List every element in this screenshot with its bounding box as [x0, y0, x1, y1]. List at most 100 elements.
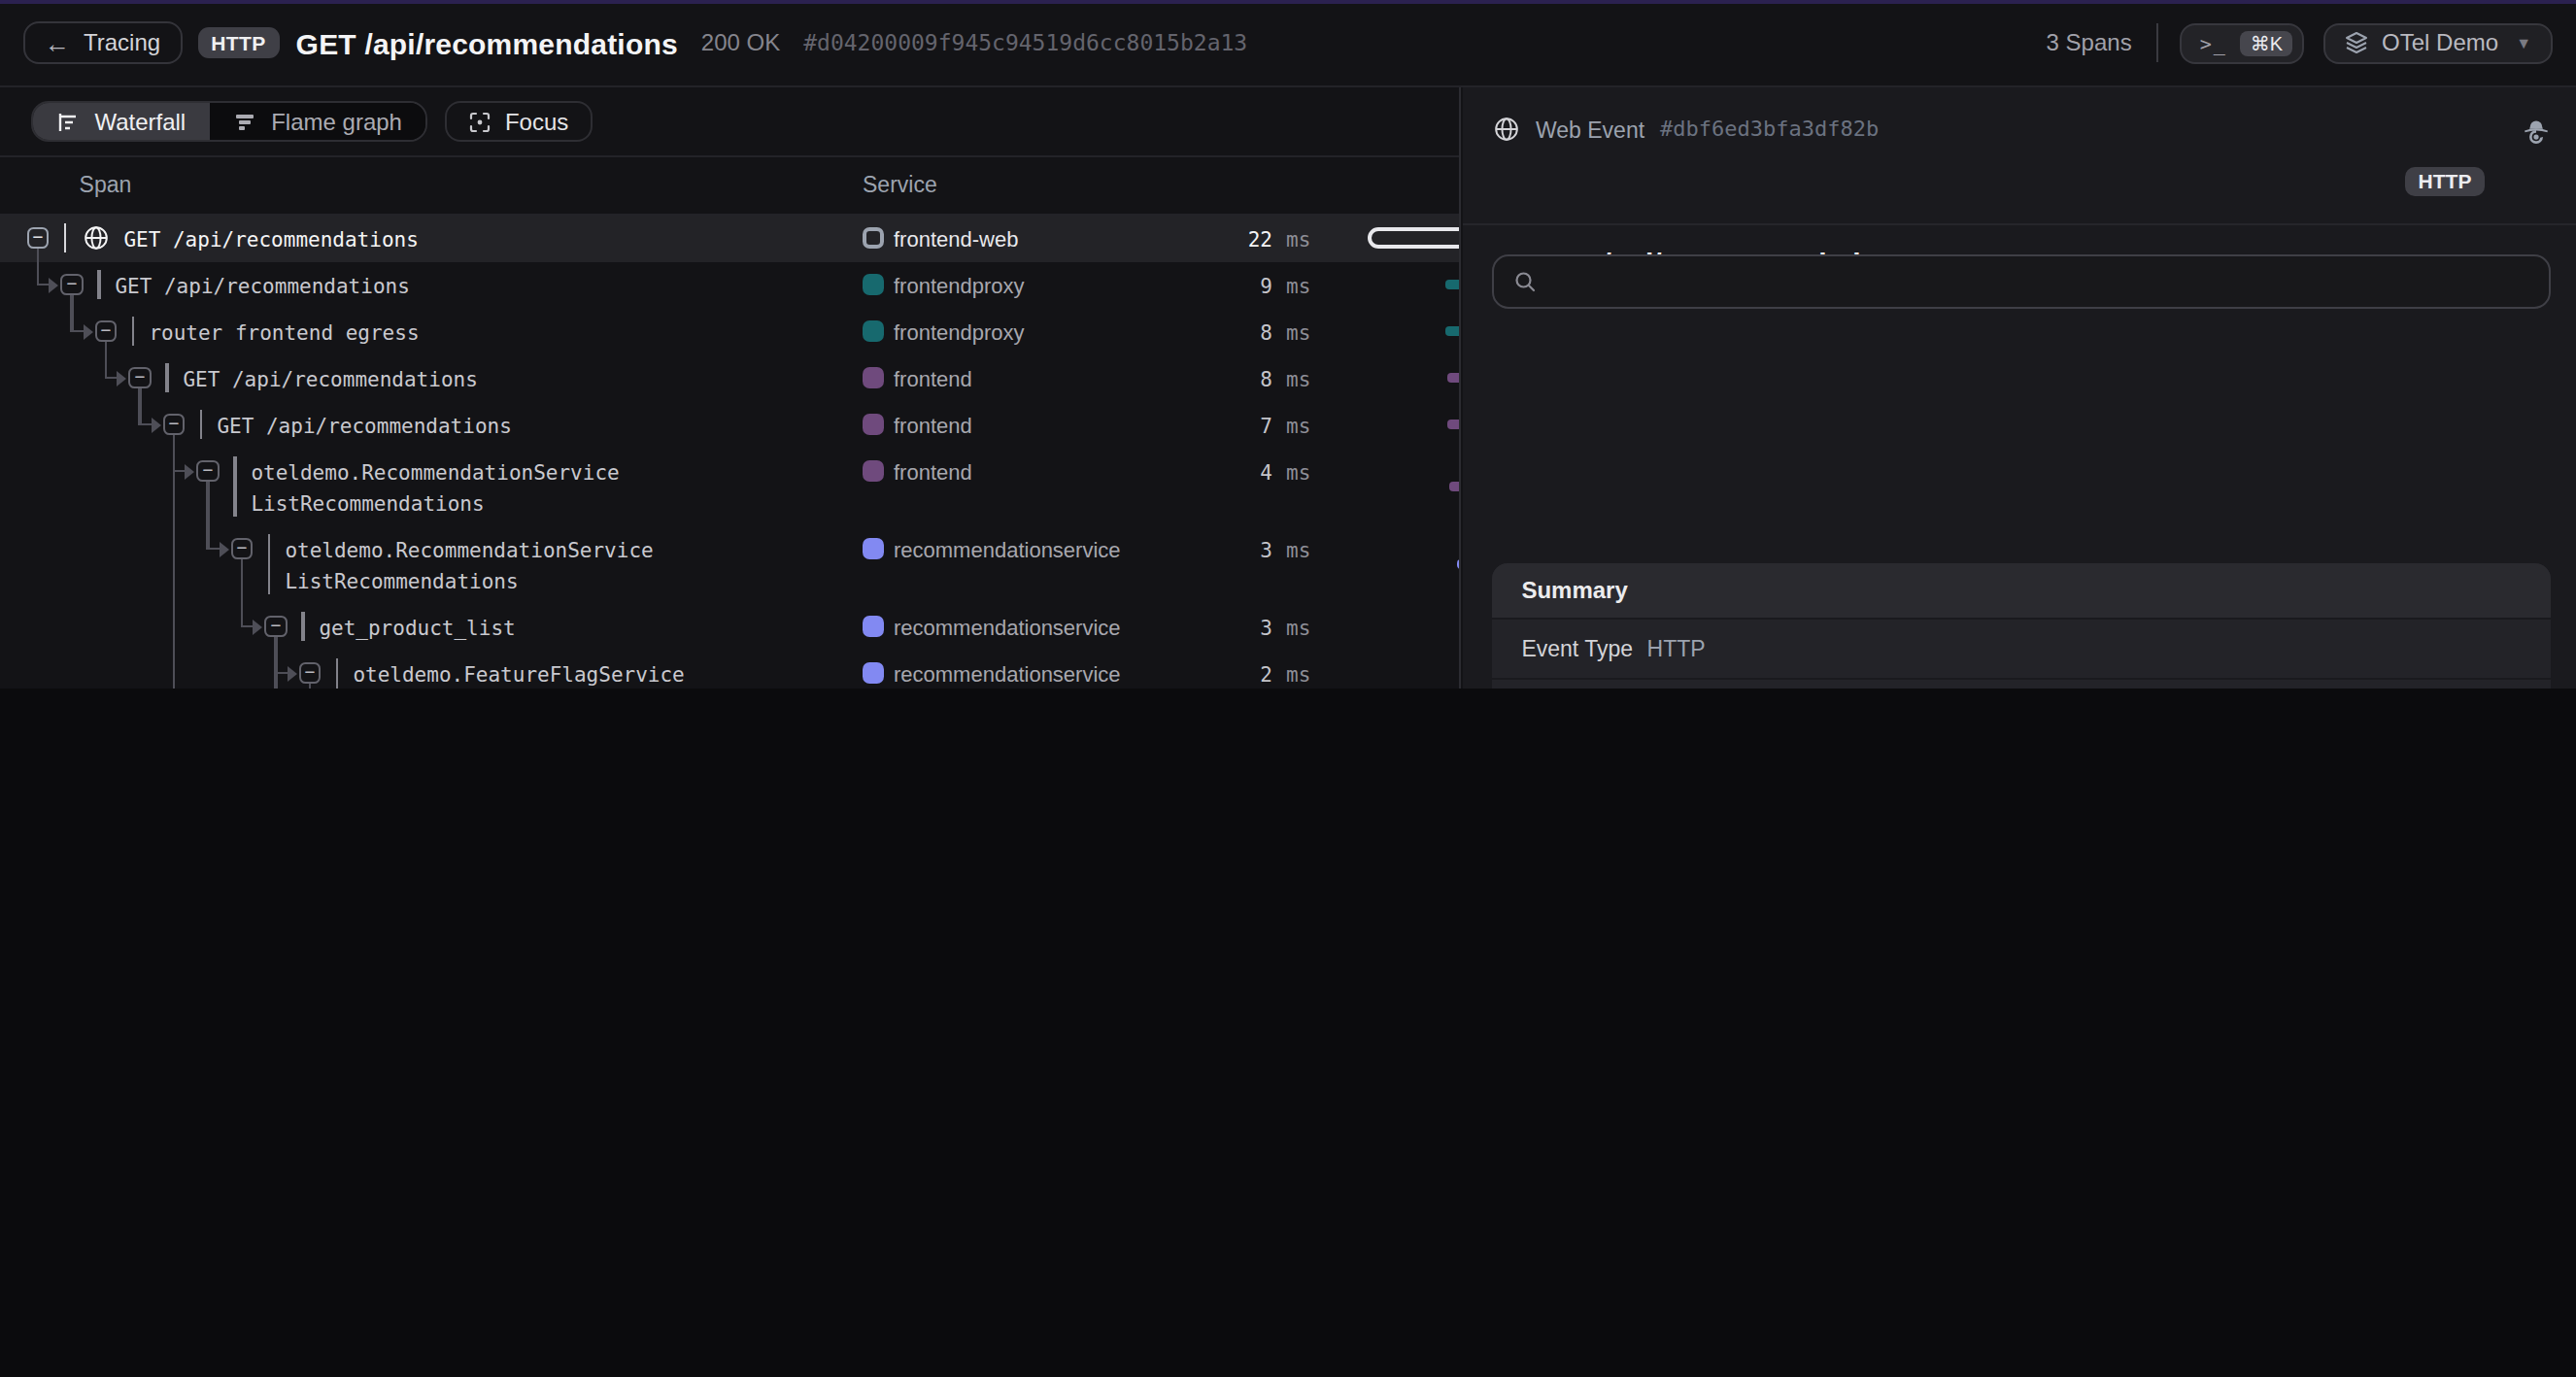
terminal-icon: >_	[2200, 33, 2227, 54]
span-duration-unit: ms	[1286, 222, 1310, 253]
tree-connector-arrow	[49, 277, 58, 292]
tree-connector-arrow	[219, 541, 228, 556]
span-column-header: Span	[80, 174, 132, 197]
span-service-bar	[199, 411, 202, 439]
tree-connector-arrow	[117, 370, 126, 386]
tab-waterfall[interactable]: Waterfall	[32, 103, 209, 140]
collapse-toggle[interactable]: −	[162, 414, 185, 436]
span-row[interactable]: −GET /api/recommendationsfrontend8ms	[0, 354, 1460, 401]
span-row[interactable]: −GET /api/recommendationsfrontend7ms	[0, 401, 1460, 448]
top-bar: ← Tracing HTTP GET /api/recommendations …	[0, 0, 2576, 87]
summary-row-event-type: Event Type HTTP	[1492, 617, 2551, 677]
tracing-app: ← Tracing HTTP GET /api/recommendations …	[0, 0, 2576, 688]
event-kind: Web Event	[1536, 118, 1644, 142]
top-bar-right: 3 Spans >_ ⌘K OTel Demo ▼	[2047, 23, 2553, 63]
collapse-toggle[interactable]: −	[128, 367, 151, 389]
back-label: Tracing	[84, 30, 160, 57]
layers-icon	[2345, 32, 2368, 55]
search-icon	[1513, 271, 1537, 294]
tree-connector	[37, 284, 51, 286]
tree-connector	[71, 296, 74, 333]
method-badge: HTTP	[197, 28, 279, 59]
focus-button[interactable]: Focus	[445, 101, 592, 142]
collapse-toggle[interactable]: −	[264, 616, 287, 638]
span-duration-unit: ms	[1286, 455, 1310, 487]
focus-label: Focus	[505, 108, 568, 135]
summary-row-start-time: Start Time 2026-03-08 16:50:03	[1492, 677, 2551, 688]
span-name: oteldemo.FeatureFlagServiceEvaluateProba…	[353, 657, 721, 688]
waterfall-icon	[55, 110, 79, 133]
tree-connector-arrow	[83, 323, 92, 339]
service-name: recommendationservice	[894, 611, 1121, 642]
top-accent-line	[0, 0, 2576, 3]
event-id: #dbf6ed3bfa3df82b	[1660, 118, 1879, 143]
tree-connector	[37, 250, 40, 286]
service-color-swatch	[862, 616, 884, 638]
table-header: Span Service	[0, 158, 1458, 215]
collapse-toggle[interactable]: −	[94, 320, 117, 343]
event-details-panel: Web Event #dbf6ed3bfa3df82b GET /api/rec…	[1463, 87, 2576, 688]
span-rows: − GET /api/recommendationsfrontend-web22…	[0, 215, 1458, 688]
span-name: router frontend egress	[149, 316, 419, 347]
tree-connector	[71, 330, 85, 333]
tree-connector	[139, 389, 142, 426]
collapse-toggle[interactable]: −	[230, 538, 253, 560]
globe-icon	[83, 225, 108, 251]
tree-connector-arrow	[185, 463, 194, 479]
collapse-toggle[interactable]: −	[196, 460, 219, 483]
span-row[interactable]: −router frontend egressfrontendproxy8ms	[0, 308, 1460, 354]
span-service-bar	[131, 318, 134, 346]
service-name: frontendproxy	[894, 316, 1025, 347]
tree-connector	[105, 343, 108, 380]
collapse-toggle[interactable]: −	[60, 274, 83, 296]
span-name: GET /api/recommendations	[217, 409, 511, 440]
collapse-toggle[interactable]: −	[26, 227, 49, 250]
shortcut-badge: ⌘K	[2241, 31, 2292, 56]
session-replay-icon[interactable]	[2522, 118, 2551, 148]
span-service-bar	[301, 613, 304, 641]
tree-connector	[309, 685, 312, 688]
span-name: GET /api/recommendations	[123, 222, 418, 253]
span-duration-unit: ms	[1286, 657, 1310, 688]
span-name: oteldemo.RecommendationServiceListRecomm…	[285, 533, 653, 595]
waterfall-bar	[1445, 280, 1460, 289]
span-name: GET /api/recommendations	[183, 362, 477, 393]
trace-id: #d04200009f945c94519d6cc8015b2a13	[803, 30, 1247, 57]
attribute-search-input[interactable]	[1492, 254, 2551, 310]
back-button[interactable]: ← Tracing	[23, 22, 182, 65]
command-palette-button[interactable]: >_ ⌘K	[2181, 23, 2304, 63]
span-duration-value: 3	[1146, 611, 1272, 642]
tab-waterfall-label: Waterfall	[94, 108, 186, 135]
environment-selector[interactable]: OTel Demo ▼	[2323, 23, 2553, 63]
span-duration-unit: ms	[1286, 269, 1310, 300]
waterfall-bar	[1445, 326, 1460, 336]
chevron-down-icon: ▼	[2516, 35, 2531, 52]
span-name: GET /api/recommendations	[115, 269, 409, 300]
service-name: recommendationservice	[894, 533, 1121, 564]
service-color-swatch	[862, 538, 884, 560]
span-duration-value: 7	[1146, 409, 1272, 440]
span-row[interactable]: − oteldemo.FeatureFlagServiceEvaluateProb…	[0, 650, 1460, 688]
status-code: 200 OK	[701, 30, 780, 57]
span-service-bar	[335, 659, 338, 688]
span-row[interactable]: −get_product_listrecommendationservice3m…	[0, 603, 1460, 650]
service-name: frontend	[894, 362, 972, 393]
service-color-swatch	[862, 320, 884, 343]
event-body: Summary Event Type HTTP Start Time 2026-…	[1463, 225, 2576, 688]
span-row[interactable]: −GET /api/recommendationsfrontendproxy9m…	[0, 261, 1460, 308]
span-duration-value: 8	[1146, 316, 1272, 347]
tree-connector	[275, 638, 278, 688]
divider	[2157, 24, 2159, 63]
tree-connector	[105, 377, 119, 380]
tab-flame-graph[interactable]: Flame graph	[209, 103, 425, 140]
span-duration-value: 22	[1146, 222, 1272, 253]
span-row[interactable]: − oteldemo.RecommendationServiceListRecom…	[0, 525, 1460, 603]
span-row[interactable]: − GET /api/recommendationsfrontend-web22…	[0, 215, 1460, 261]
globe-icon	[1494, 118, 1519, 143]
collapse-toggle[interactable]: −	[298, 662, 321, 685]
flame-graph-icon	[232, 110, 255, 133]
span-duration-value: 9	[1146, 269, 1272, 300]
service-color-swatch	[862, 662, 884, 685]
span-row[interactable]: −oteldemo.RecommendationServiceListRecom…	[0, 448, 1460, 525]
span-service-bar	[97, 271, 100, 299]
